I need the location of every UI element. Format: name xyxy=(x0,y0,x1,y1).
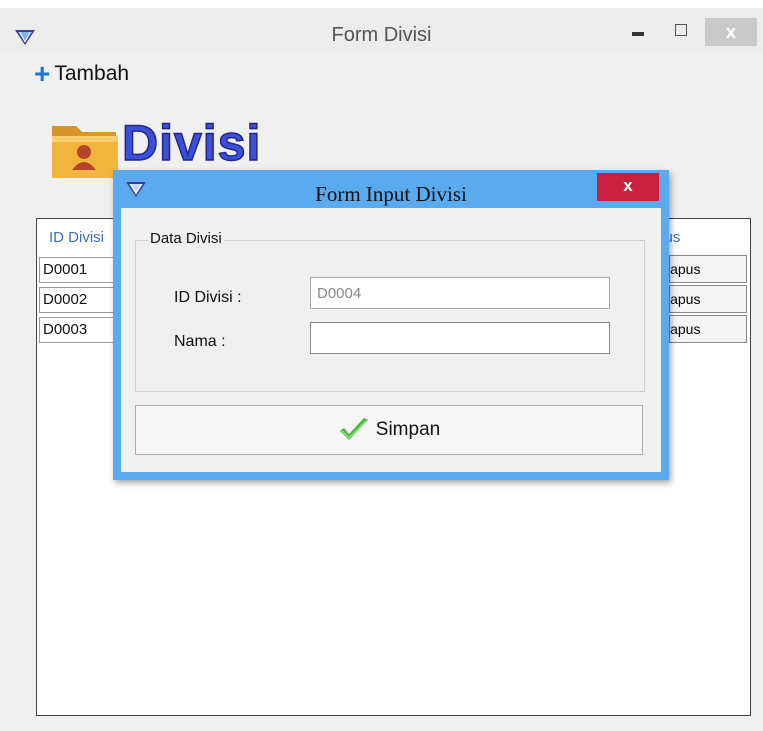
save-button[interactable]: Simpan xyxy=(135,405,643,455)
plus-icon: + xyxy=(34,58,51,89)
data-divisi-group: Data Divisi ID Divisi : Nama : xyxy=(135,230,645,392)
folder-user-icon xyxy=(52,126,118,178)
minimize-button[interactable] xyxy=(620,18,656,46)
table-row-id[interactable]: D0001 xyxy=(39,257,119,283)
maximize-button[interactable] xyxy=(662,18,698,46)
checkmark-icon xyxy=(339,418,368,440)
id-divisi-input[interactable] xyxy=(310,277,610,309)
page-title: Divisi xyxy=(121,114,262,172)
dialog-close-button[interactable]: x xyxy=(597,173,659,201)
table-row-id[interactable]: D0002 xyxy=(39,287,119,313)
delete-button-label: Hapus xyxy=(670,261,701,277)
add-button[interactable]: + Tambah xyxy=(34,58,130,89)
save-button-label: Simpan xyxy=(375,419,441,440)
id-divisi-label: ID Divisi : xyxy=(174,289,242,306)
group-title: Data Divisi xyxy=(148,230,224,247)
add-button-label: Tambah xyxy=(54,62,130,85)
delete-button[interactable]: Hapus xyxy=(669,315,747,343)
delete-button-label: Hapus xyxy=(670,321,701,337)
nama-input[interactable] xyxy=(310,322,610,354)
input-dialog: Form Input Divisi x Data Divisi ID Divis… xyxy=(113,170,669,480)
dialog-title: Form Input Divisi xyxy=(315,182,467,206)
delete-button[interactable]: Hapus xyxy=(669,255,747,283)
nama-label: Nama : xyxy=(174,333,226,350)
delete-button[interactable]: Hapus xyxy=(669,285,747,313)
title-bar[interactable]: Form Divisi x xyxy=(0,8,763,52)
delete-button-label: Hapus xyxy=(670,291,701,307)
close-button[interactable]: x xyxy=(705,18,757,46)
dialog-body: Data Divisi ID Divisi : Nama : Simpan xyxy=(121,208,661,472)
column-header-id[interactable]: ID Divisi xyxy=(49,229,104,246)
table-row-id[interactable]: D0003 xyxy=(39,317,119,343)
desktop-strip xyxy=(0,0,763,8)
column-header-hapus[interactable]: Hapus xyxy=(667,229,747,246)
column-header-hapus-label: Hapus xyxy=(667,229,681,246)
